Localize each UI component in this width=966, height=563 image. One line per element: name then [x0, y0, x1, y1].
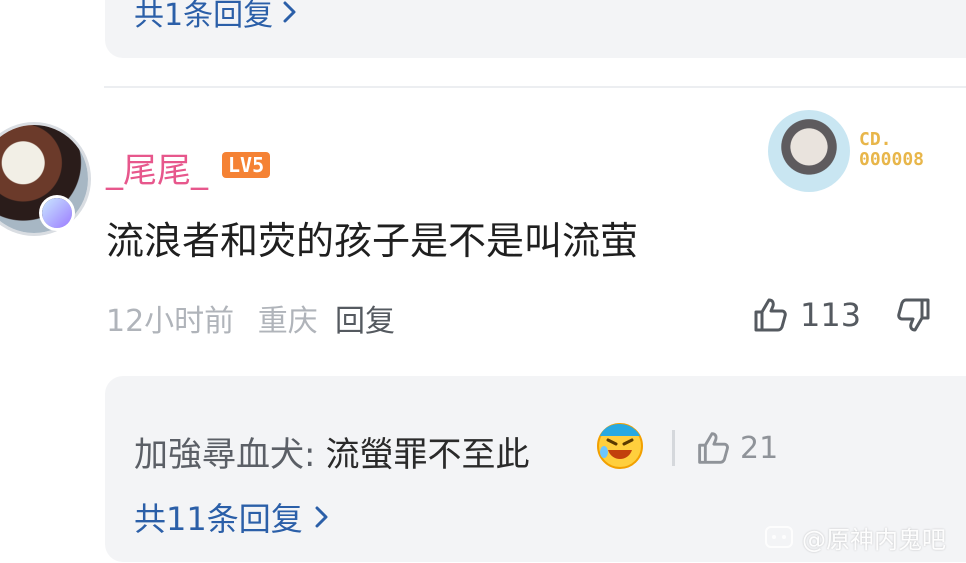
watermark-text: @原神内鬼吧 — [802, 526, 946, 554]
watermark: @原神内鬼吧 — [764, 520, 946, 555]
thumb-down-icon — [897, 298, 930, 332]
fan-badge-icon[interactable] — [768, 110, 850, 192]
fan-badge-text: CD. 000008 — [859, 130, 924, 170]
like-button[interactable]: 113 — [748, 294, 861, 336]
fan-badge-line-2: 000008 — [859, 149, 925, 170]
sub-reply-like-count: 21 — [740, 430, 779, 466]
separator — [672, 430, 675, 466]
comment-meta: 12小时前 重庆 — [106, 296, 318, 340]
comment-divider — [104, 86, 966, 88]
comment-location: 重庆 — [257, 304, 318, 339]
like-count: 113 — [800, 296, 862, 334]
sub-reply-text: 流螢罪不至此 — [325, 435, 530, 475]
previous-replies-label: 共1条回复 — [134, 0, 274, 33]
more-replies-label: 共11条回复 — [134, 500, 303, 538]
comment-time: 12小时前 — [106, 304, 235, 339]
verified-icon — [42, 198, 72, 228]
reply-button[interactable]: 回复 — [335, 296, 395, 340]
chevron-right-icon — [283, 1, 296, 23]
thumb-up-icon — [754, 298, 787, 332]
laughing-emoji-icon — [597, 423, 643, 469]
comment-text: 流浪者和荧的孩子是不是叫流萤 — [106, 219, 639, 263]
fan-badge-line-1: CD. — [859, 129, 892, 150]
sub-reply-author[interactable]: 加強尋血犬: — [134, 427, 315, 476]
more-replies-link[interactable]: 共11条回复 — [134, 494, 333, 540]
chat-bubble-icon — [765, 525, 793, 548]
sub-reply-like-button[interactable]: 21 — [692, 428, 778, 468]
sub-reply: 加強尋血犬: 流螢罪不至此 — [134, 427, 529, 476]
chevron-right-icon — [315, 506, 328, 528]
previous-replies-link[interactable]: 共1条回复 — [134, 0, 301, 34]
username[interactable]: _尾尾_ — [106, 143, 208, 192]
thumb-up-icon — [698, 432, 729, 464]
level-badge: LV5 — [222, 152, 271, 178]
dislike-button[interactable] — [894, 294, 936, 340]
